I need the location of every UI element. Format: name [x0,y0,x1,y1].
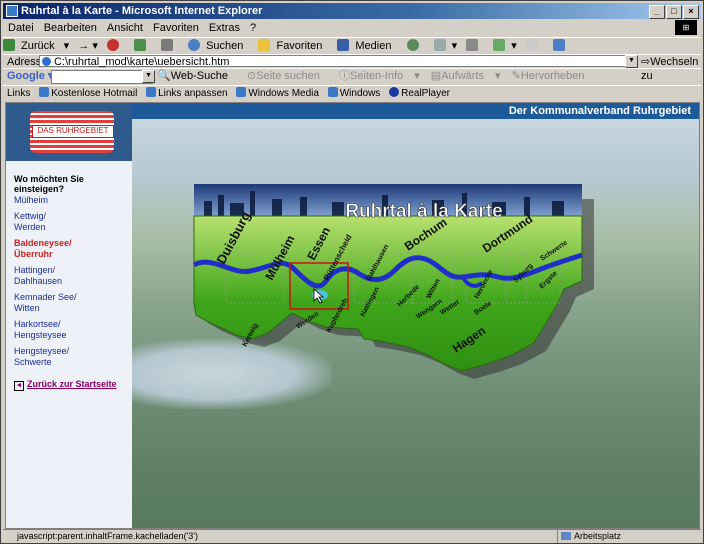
menu-bar: Datei Bearbeiten Ansicht Favoriten Extras? ⊞ [3,20,701,36]
back-button[interactable]: Zurück ▾ [3,39,69,52]
close-button[interactable]: × [683,5,699,19]
menu-ansicht[interactable]: Ansicht [102,22,148,34]
media-button[interactable]: Medien [337,39,397,52]
search-button[interactable]: Suchen [188,39,249,52]
menu-help[interactable]: ? [245,22,261,34]
stop-button[interactable] [106,39,125,52]
title-bar: Ruhrtal à la Karte - Microsoft Internet … [3,3,701,19]
logo-text: DAS RUHRGEBIET [32,125,114,138]
link-realplayer[interactable]: RealPlayer [389,87,450,99]
menu-extras[interactable]: Extras [204,22,245,34]
logo-area: DAS RUHRGEBIET [6,103,132,161]
nav-link-muelheim[interactable]: Mülheim [14,195,48,206]
site-search-button[interactable]: ⊙Seite suchen [247,70,328,82]
print-button[interactable] [466,39,484,52]
page-icon [42,57,51,66]
mail-button[interactable]: ▾ [433,39,457,52]
history-button[interactable] [406,39,425,52]
highlight-button[interactable]: ✎Hervorheben [512,70,593,82]
favorites-button[interactable]: Favoriten [258,39,328,52]
realplayer-icon [389,87,400,97]
menu-bearbeiten[interactable]: Bearbeiten [39,22,102,34]
link-icon [39,87,50,97]
link-windows-media[interactable]: Windows Media [236,87,319,99]
browser-window: Ruhrtal à la Karte - Microsoft Internet … [0,0,704,544]
home-button[interactable] [161,39,179,52]
discuss-button[interactable] [525,39,544,52]
address-input[interactable]: C:\ruhrtal_mod\karte\uebersicht.htm [39,55,629,68]
mail-icon [433,39,446,51]
edit-icon [493,39,506,51]
link-icon [327,87,338,97]
windows-logo-icon: ⊞ [675,20,697,35]
google-search-dropdown[interactable]: ▼ [142,70,155,83]
google-logo[interactable]: Google ▾ [7,69,53,84]
nav-link-hattingen-dahlhausen[interactable]: Hattingen/Dahlhausen [14,265,62,287]
nav-link-harkortsee-hengsteysee[interactable]: Harkortsee/Hengsteysee [14,319,67,341]
refresh-button[interactable] [133,39,152,52]
link-icon [236,87,247,97]
history-icon [406,39,419,51]
link-hotmail[interactable]: Kostenlose Hotmail [39,87,137,99]
back-arrow-icon: ◄ [14,381,24,391]
print-icon [466,39,479,51]
nav-title: Wo möchten Sie einsteigen? [14,174,84,194]
page-content: DAS RUHRGEBIET Wo möchten Sie einsteigen… [5,102,700,529]
discuss-icon [525,39,538,51]
star-icon [258,39,271,51]
refresh-icon [133,39,146,51]
maximize-button[interactable]: □ [666,5,682,19]
link-windows[interactable]: Windows [327,87,380,99]
page-info-button[interactable]: ⓘSeiten-Info ▾ [339,70,420,82]
nav-link-kettwig-werden[interactable]: Kettwig/Werden [14,211,46,233]
links-bar: Links Kostenlose Hotmail Links anpassen … [3,85,701,101]
ie-icon [6,5,18,17]
back-arrow-icon [3,39,15,51]
nav-link-kemnader-see-witten[interactable]: Kemnader See/Witten [14,292,77,314]
web-search-button[interactable]: 🔍Web-Suche [157,70,236,82]
up-button[interactable]: ▤Aufwärts ▾ [431,70,501,82]
link-icon [146,87,157,97]
edit-button[interactable]: ▾ [493,39,517,52]
nav-link-hengsteysee-schwerte[interactable]: Hengsteysee/Schwerte [14,346,69,368]
search-icon [188,39,201,51]
links-label: Links [7,88,31,99]
link-customize[interactable]: Links anpassen [146,87,228,99]
left-navigation: DAS RUHRGEBIET Wo möchten Sie einsteigen… [6,103,132,528]
address-bar: Adresse C:\ruhrtal_mod\karte\uebersicht.… [3,54,701,82]
stop-icon [106,39,119,51]
home-icon [161,39,174,51]
address-value: C:\ruhrtal_mod\karte\uebersicht.htm [54,56,230,68]
messenger-icon [552,39,565,51]
menu-datei[interactable]: Datei [3,22,39,34]
google-search-input[interactable] [51,70,153,84]
messenger-button[interactable] [552,39,571,52]
map-title: Ruhrtal à la Karte [345,201,502,222]
address-dropdown-button[interactable]: ▼ [625,55,638,68]
media-icon [337,39,350,51]
back-to-start-link[interactable]: ◄ Zurück zur Startseite [14,379,117,391]
security-zone: Arbeitsplatz [557,530,621,543]
status-text: javascript:parent.inhaltFrame.kachellade… [17,531,199,541]
google-toolbar: Google ▾ ▼ 🔍Web-Suche ⊙Seite suchen ⓘSei… [3,68,701,85]
status-bar: javascript:parent.inhaltFrame.kachellade… [3,529,701,543]
window-title: Ruhrtal à la Karte - Microsoft Internet … [21,5,263,17]
minimize-button[interactable]: _ [649,5,665,19]
nav-link-baldeneysee-ueberruhr[interactable]: Baldeneysee/Überruhr [14,238,72,260]
main-frame: Der Kommunalverband Ruhrgebiet Ruhrtal à… [132,103,699,528]
forward-button[interactable]: → ▾ [78,40,98,52]
ruhrtal-map[interactable]: Ruhrtal à la Karte Duisburg Mülheim Esse… [132,103,699,528]
menu-favoriten[interactable]: Favoriten [148,22,204,34]
